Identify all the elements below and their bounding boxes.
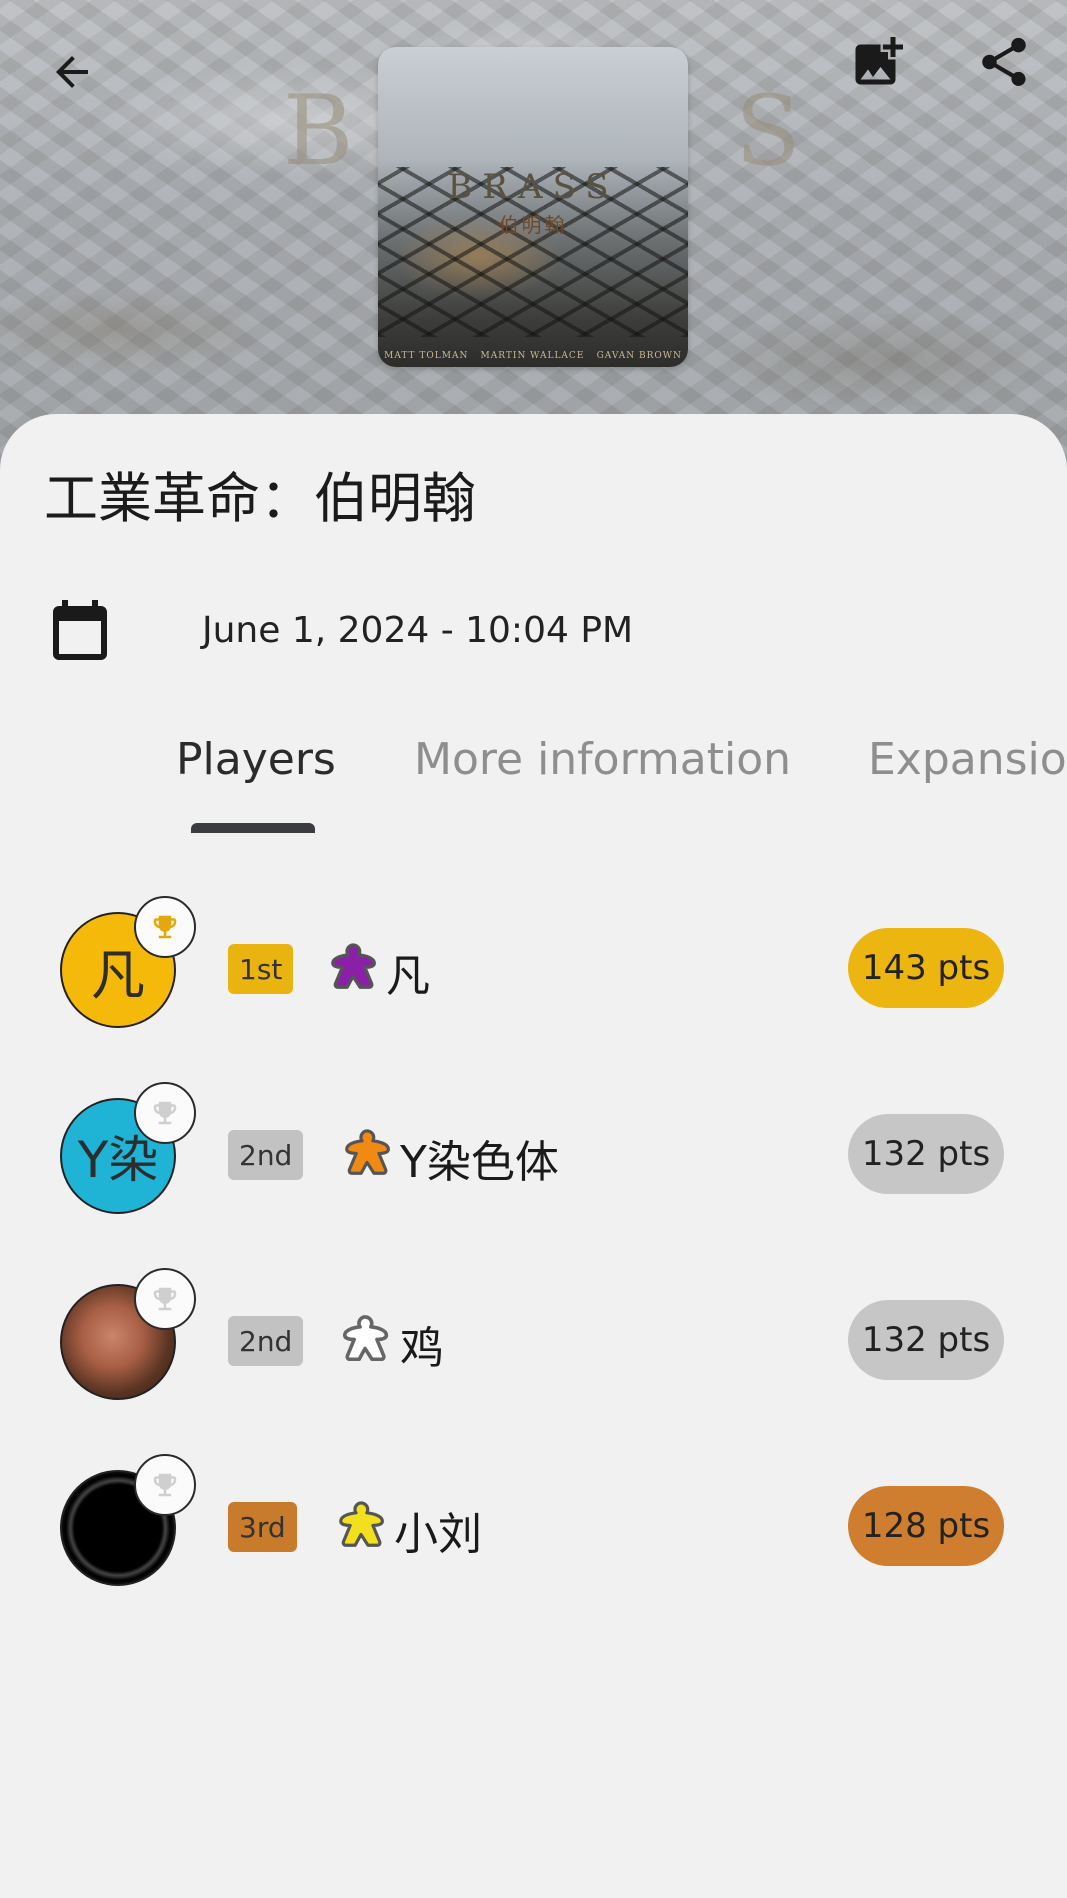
player-row[interactable]: Y染 2nd Y染色体 132 pts [0,1082,1067,1248]
player-row[interactable]: 3rd 小刘 128 pts [0,1454,1067,1620]
arrow-left-icon [56,56,88,88]
player-name: 小刘 [394,1509,482,1560]
trophy-badge [134,1268,196,1330]
trophy-icon [153,915,177,939]
score-pill: 132 pts [848,1114,1004,1194]
trophy-icon [153,1287,177,1311]
cover-title: BRASS [447,167,619,207]
hero-background-letter: B [283,75,358,187]
add-image-button[interactable] [846,30,910,94]
hero-background-letter: S [735,75,805,187]
cover-credits: MATT TOLMAN MARTIN WALLACE GAVAN BROWN [378,351,688,361]
page-title: 工業革命：伯明翰 [44,467,476,530]
details-sheet: 工業革命：伯明翰 June 1, 2024 - 10:04 PM Players… [0,414,1067,1898]
calendar-icon [44,594,116,666]
player-row[interactable]: 凡 1st 凡 143 pts [0,896,1067,1062]
share-icon [982,37,1026,86]
game-cover-image[interactable]: BRASS 伯明翰 MATT TOLMAN MARTIN WALLACE GAV… [378,47,688,367]
date-row[interactable]: June 1, 2024 - 10:04 PM [44,594,633,666]
rank-badge: 1st [228,944,294,994]
avatar-initials: 凡 [91,943,145,1007]
tab-more-information[interactable]: More information [414,734,791,785]
meeple-icon [345,1129,390,1175]
back-button[interactable] [40,40,104,104]
trophy-icon [153,1473,177,1497]
rank-badge: 3rd [228,1502,297,1552]
cover-subtitle: 伯明翰 [498,213,568,237]
player-name: Y染色体 [400,1137,559,1188]
add-photo-icon [855,37,903,85]
meeple-icon [342,1315,389,1362]
meeple-icon [339,1501,384,1547]
share-button[interactable] [972,30,1036,94]
trophy-badge [134,1454,196,1516]
player-row[interactable]: 2nd 鸡 132 pts [0,1268,1067,1434]
player-name: 凡 [386,951,430,1002]
score-pill: 132 pts [848,1300,1004,1380]
meeple-icon [331,943,376,989]
trophy-icon [153,1101,177,1125]
tab-bar: Players More information Expansion [0,704,1067,824]
cover-credit: GAVAN BROWN [596,351,682,361]
header-hero: B S BRASS 伯明翰 MATT TOLMAN MARTIN WALLACE… [0,0,1067,470]
trophy-badge [134,896,196,958]
score-pill: 128 pts [848,1486,1004,1566]
score-pill: 143 pts [848,928,1004,1008]
tab-players[interactable]: Players [176,734,336,785]
trophy-badge [134,1082,196,1144]
tab-expansion[interactable]: Expansion [868,734,1067,785]
player-name: 鸡 [400,1323,444,1374]
cover-credit: MARTIN WALLACE [480,351,585,361]
tab-indicator [191,823,315,833]
date-text: June 1, 2024 - 10:04 PM [202,609,634,651]
rank-badge: 2nd [228,1130,304,1180]
cover-credit: MATT TOLMAN [384,351,469,361]
rank-badge: 2nd [228,1316,304,1366]
